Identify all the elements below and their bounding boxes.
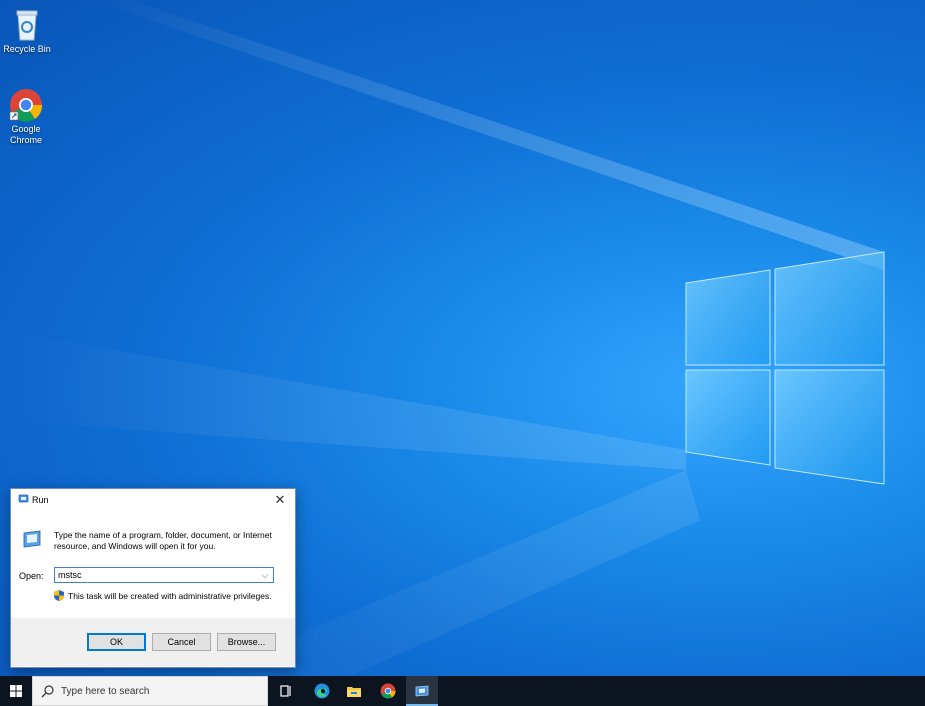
run-dialog: Run ✕ Type the name of a program, folder… xyxy=(10,488,296,668)
taskbar-task-view[interactable] xyxy=(270,676,302,706)
open-input[interactable] xyxy=(55,568,258,582)
chevron-down-icon[interactable]: ⌵ xyxy=(259,569,271,581)
desktop-icon-recycle-bin[interactable]: Recycle Bin xyxy=(0,8,54,55)
desktop-icon-label: Recycle Bin xyxy=(3,44,51,54)
open-label: Open: xyxy=(19,571,44,581)
cancel-button[interactable]: Cancel xyxy=(152,633,211,651)
recycle-bin-icon xyxy=(16,10,38,41)
desktop-icon-google-chrome[interactable]: Google Chrome xyxy=(0,88,52,146)
windows-logo-icon xyxy=(10,685,22,697)
close-button[interactable]: ✕ xyxy=(265,489,295,511)
taskbar-edge[interactable] xyxy=(306,676,338,706)
taskbar-search-box[interactable]: Type here to search xyxy=(32,676,268,706)
admin-privileges-note: This task will be created with administr… xyxy=(54,590,272,601)
run-dialog-titlebar[interactable]: Run ✕ xyxy=(11,489,295,511)
ok-button[interactable]: OK xyxy=(87,633,146,651)
open-combobox[interactable]: ⌵ xyxy=(54,567,274,583)
run-program-icon xyxy=(23,530,41,548)
file-explorer-icon xyxy=(347,687,361,697)
desktop-icon-label: Google Chrome xyxy=(9,124,42,145)
run-dialog-title: Run xyxy=(32,495,49,505)
taskbar: Type here to search xyxy=(0,676,925,706)
start-button[interactable] xyxy=(0,676,32,706)
taskbar-chrome[interactable] xyxy=(372,676,404,706)
chrome-icon xyxy=(9,89,43,122)
run-icon xyxy=(415,685,429,697)
close-icon: ✕ xyxy=(274,492,286,507)
run-icon xyxy=(18,494,29,503)
edge-icon xyxy=(314,683,330,699)
search-placeholder: Type here to search xyxy=(61,686,150,697)
uac-shield-icon xyxy=(54,590,64,601)
taskbar-run[interactable] xyxy=(406,676,438,706)
browse-button[interactable]: Browse... xyxy=(217,633,276,651)
taskbar-file-explorer[interactable] xyxy=(338,676,370,706)
chrome-icon xyxy=(380,683,396,699)
run-description: Type the name of a program, folder, docu… xyxy=(54,530,272,551)
search-icon xyxy=(41,685,54,698)
task-view-icon xyxy=(280,685,291,697)
